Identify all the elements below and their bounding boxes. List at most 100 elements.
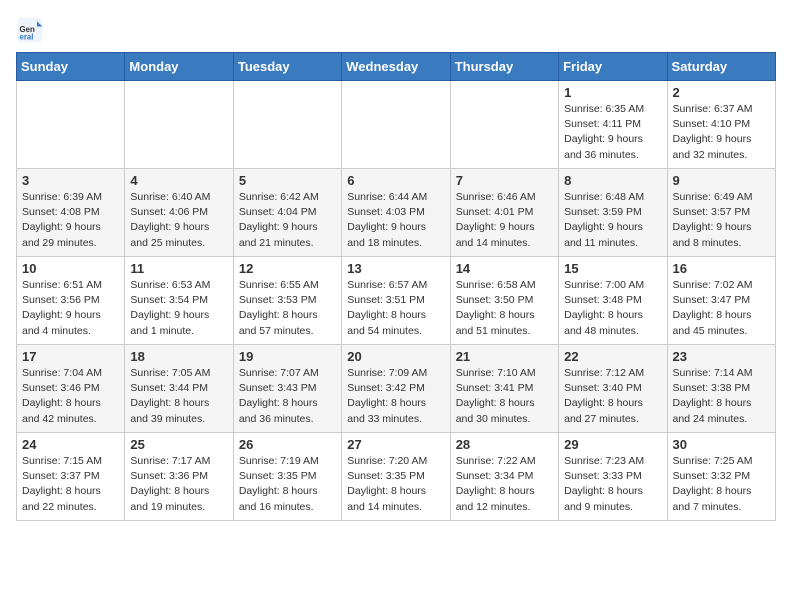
week-row-2: 3Sunrise: 6:39 AM Sunset: 4:08 PM Daylig… bbox=[17, 169, 776, 257]
weekday-row: SundayMondayTuesdayWednesdayThursdayFrid… bbox=[17, 53, 776, 81]
day-info: Sunrise: 7:00 AM Sunset: 3:48 PM Dayligh… bbox=[564, 278, 661, 339]
calendar-body: 1 Sunrise: 6:35 AM Sunset: 4:11 PM Daylig… bbox=[17, 81, 776, 521]
calendar-cell: 3Sunrise: 6:39 AM Sunset: 4:08 PM Daylig… bbox=[17, 169, 125, 257]
day-number: 10 bbox=[22, 261, 119, 276]
day-info: Sunrise: 6:44 AM Sunset: 4:03 PM Dayligh… bbox=[347, 190, 444, 251]
calendar-cell: 12Sunrise: 6:55 AM Sunset: 3:53 PM Dayli… bbox=[233, 257, 341, 345]
calendar-cell: 2 Sunrise: 6:37 AM Sunset: 4:10 PM Daylig… bbox=[667, 81, 775, 169]
day-number: 2 bbox=[673, 85, 770, 100]
day-number: 5 bbox=[239, 173, 336, 188]
weekday-header-sunday: Sunday bbox=[17, 53, 125, 81]
svg-text:eral: eral bbox=[20, 33, 34, 42]
calendar-cell: 6 Sunrise: 6:44 AM Sunset: 4:03 PM Daylig… bbox=[342, 169, 450, 257]
day-number: 21 bbox=[456, 349, 553, 364]
day-number: 16 bbox=[673, 261, 770, 276]
day-number: 25 bbox=[130, 437, 227, 452]
calendar-cell: 19 Sunrise: 7:07 AM Sunset: 3:43 PM Dayli… bbox=[233, 345, 341, 433]
day-number: 17 bbox=[22, 349, 119, 364]
calendar-cell: 11 Sunrise: 6:53 AM Sunset: 3:54 PM Dayli… bbox=[125, 257, 233, 345]
day-number: 26 bbox=[239, 437, 336, 452]
day-number: 1 bbox=[564, 85, 661, 100]
calendar-cell: 9Sunrise: 6:49 AM Sunset: 3:57 PM Daylig… bbox=[667, 169, 775, 257]
calendar-cell bbox=[450, 81, 558, 169]
day-info: Sunrise: 6:48 AM Sunset: 3:59 PM Dayligh… bbox=[564, 190, 661, 251]
calendar-cell: 14 Sunrise: 6:58 AM Sunset: 3:50 PM Dayli… bbox=[450, 257, 558, 345]
day-number: 18 bbox=[130, 349, 227, 364]
weekday-header-saturday: Saturday bbox=[667, 53, 775, 81]
calendar-cell: 22 Sunrise: 7:12 AM Sunset: 3:40 PM Dayli… bbox=[559, 345, 667, 433]
day-info: Sunrise: 7:09 AM Sunset: 3:42 PM Dayligh… bbox=[347, 366, 444, 427]
calendar-header: SundayMondayTuesdayWednesdayThursdayFrid… bbox=[17, 53, 776, 81]
day-info: Sunrise: 6:51 AM Sunset: 3:56 PM Dayligh… bbox=[22, 278, 119, 339]
day-number: 24 bbox=[22, 437, 119, 452]
day-number: 14 bbox=[456, 261, 553, 276]
day-info: Sunrise: 7:19 AM Sunset: 3:35 PM Dayligh… bbox=[239, 454, 336, 515]
calendar-cell: 23Sunrise: 7:14 AM Sunset: 3:38 PM Dayli… bbox=[667, 345, 775, 433]
day-info: Sunrise: 6:55 AM Sunset: 3:53 PM Dayligh… bbox=[239, 278, 336, 339]
logo-icon: Gen eral bbox=[16, 16, 44, 44]
calendar-cell: 30 Sunrise: 7:25 AM Sunset: 3:32 PM Dayli… bbox=[667, 433, 775, 521]
calendar-cell: 17 Sunrise: 7:04 AM Sunset: 3:46 PM Dayli… bbox=[17, 345, 125, 433]
calendar-cell: 28Sunrise: 7:22 AM Sunset: 3:34 PM Dayli… bbox=[450, 433, 558, 521]
day-number: 27 bbox=[347, 437, 444, 452]
calendar-cell: 7Sunrise: 6:46 AM Sunset: 4:01 PM Daylig… bbox=[450, 169, 558, 257]
day-info: Sunrise: 6:39 AM Sunset: 4:08 PM Dayligh… bbox=[22, 190, 119, 251]
calendar-cell: 5 Sunrise: 6:42 AM Sunset: 4:04 PM Daylig… bbox=[233, 169, 341, 257]
calendar-cell: 26 Sunrise: 7:19 AM Sunset: 3:35 PM Dayli… bbox=[233, 433, 341, 521]
calendar-cell bbox=[17, 81, 125, 169]
calendar-cell: 29 Sunrise: 7:23 AM Sunset: 3:33 PM Dayli… bbox=[559, 433, 667, 521]
calendar-cell: 21 Sunrise: 7:10 AM Sunset: 3:41 PM Dayli… bbox=[450, 345, 558, 433]
day-info: Sunrise: 6:40 AM Sunset: 4:06 PM Dayligh… bbox=[130, 190, 227, 251]
week-row-5: 24 Sunrise: 7:15 AM Sunset: 3:37 PM Dayli… bbox=[17, 433, 776, 521]
day-info: Sunrise: 6:53 AM Sunset: 3:54 PM Dayligh… bbox=[130, 278, 227, 339]
day-number: 8 bbox=[564, 173, 661, 188]
day-info: Sunrise: 7:12 AM Sunset: 3:40 PM Dayligh… bbox=[564, 366, 661, 427]
day-info: Sunrise: 6:58 AM Sunset: 3:50 PM Dayligh… bbox=[456, 278, 553, 339]
day-info: Sunrise: 6:42 AM Sunset: 4:04 PM Dayligh… bbox=[239, 190, 336, 251]
day-number: 13 bbox=[347, 261, 444, 276]
day-number: 11 bbox=[130, 261, 227, 276]
day-info: Sunrise: 7:17 AM Sunset: 3:36 PM Dayligh… bbox=[130, 454, 227, 515]
day-number: 6 bbox=[347, 173, 444, 188]
day-number: 22 bbox=[564, 349, 661, 364]
day-info: Sunrise: 7:20 AM Sunset: 3:35 PM Dayligh… bbox=[347, 454, 444, 515]
day-info: Sunrise: 6:46 AM Sunset: 4:01 PM Dayligh… bbox=[456, 190, 553, 251]
day-info: Sunrise: 6:37 AM Sunset: 4:10 PM Dayligh… bbox=[673, 102, 770, 163]
calendar-table: SundayMondayTuesdayWednesdayThursdayFrid… bbox=[16, 52, 776, 521]
logo: Gen eral bbox=[16, 16, 48, 44]
day-number: 19 bbox=[239, 349, 336, 364]
day-info: Sunrise: 7:04 AM Sunset: 3:46 PM Dayligh… bbox=[22, 366, 119, 427]
calendar-cell: 8 Sunrise: 6:48 AM Sunset: 3:59 PM Daylig… bbox=[559, 169, 667, 257]
day-info: Sunrise: 6:57 AM Sunset: 3:51 PM Dayligh… bbox=[347, 278, 444, 339]
calendar-cell: 20 Sunrise: 7:09 AM Sunset: 3:42 PM Dayli… bbox=[342, 345, 450, 433]
calendar-cell: 16 Sunrise: 7:02 AM Sunset: 3:47 PM Dayli… bbox=[667, 257, 775, 345]
day-number: 20 bbox=[347, 349, 444, 364]
day-info: Sunrise: 7:10 AM Sunset: 3:41 PM Dayligh… bbox=[456, 366, 553, 427]
day-number: 4 bbox=[130, 173, 227, 188]
day-info: Sunrise: 7:02 AM Sunset: 3:47 PM Dayligh… bbox=[673, 278, 770, 339]
week-row-4: 17 Sunrise: 7:04 AM Sunset: 3:46 PM Dayli… bbox=[17, 345, 776, 433]
day-info: Sunrise: 7:23 AM Sunset: 3:33 PM Dayligh… bbox=[564, 454, 661, 515]
day-number: 29 bbox=[564, 437, 661, 452]
day-info: Sunrise: 6:35 AM Sunset: 4:11 PM Dayligh… bbox=[564, 102, 661, 163]
weekday-header-thursday: Thursday bbox=[450, 53, 558, 81]
weekday-header-friday: Friday bbox=[559, 53, 667, 81]
day-info: Sunrise: 7:05 AM Sunset: 3:44 PM Dayligh… bbox=[130, 366, 227, 427]
weekday-header-wednesday: Wednesday bbox=[342, 53, 450, 81]
day-number: 30 bbox=[673, 437, 770, 452]
day-number: 9 bbox=[673, 173, 770, 188]
calendar-cell: 24 Sunrise: 7:15 AM Sunset: 3:37 PM Dayli… bbox=[17, 433, 125, 521]
week-row-1: 1 Sunrise: 6:35 AM Sunset: 4:11 PM Daylig… bbox=[17, 81, 776, 169]
header: Gen eral bbox=[16, 16, 776, 44]
weekday-header-monday: Monday bbox=[125, 53, 233, 81]
calendar-cell bbox=[125, 81, 233, 169]
day-number: 15 bbox=[564, 261, 661, 276]
day-info: Sunrise: 7:25 AM Sunset: 3:32 PM Dayligh… bbox=[673, 454, 770, 515]
calendar-cell: 13 Sunrise: 6:57 AM Sunset: 3:51 PM Dayli… bbox=[342, 257, 450, 345]
day-info: Sunrise: 7:15 AM Sunset: 3:37 PM Dayligh… bbox=[22, 454, 119, 515]
calendar-cell: 25 Sunrise: 7:17 AM Sunset: 3:36 PM Dayli… bbox=[125, 433, 233, 521]
day-info: Sunrise: 7:07 AM Sunset: 3:43 PM Dayligh… bbox=[239, 366, 336, 427]
day-number: 23 bbox=[673, 349, 770, 364]
calendar-cell bbox=[342, 81, 450, 169]
calendar-cell: 15 Sunrise: 7:00 AM Sunset: 3:48 PM Dayli… bbox=[559, 257, 667, 345]
